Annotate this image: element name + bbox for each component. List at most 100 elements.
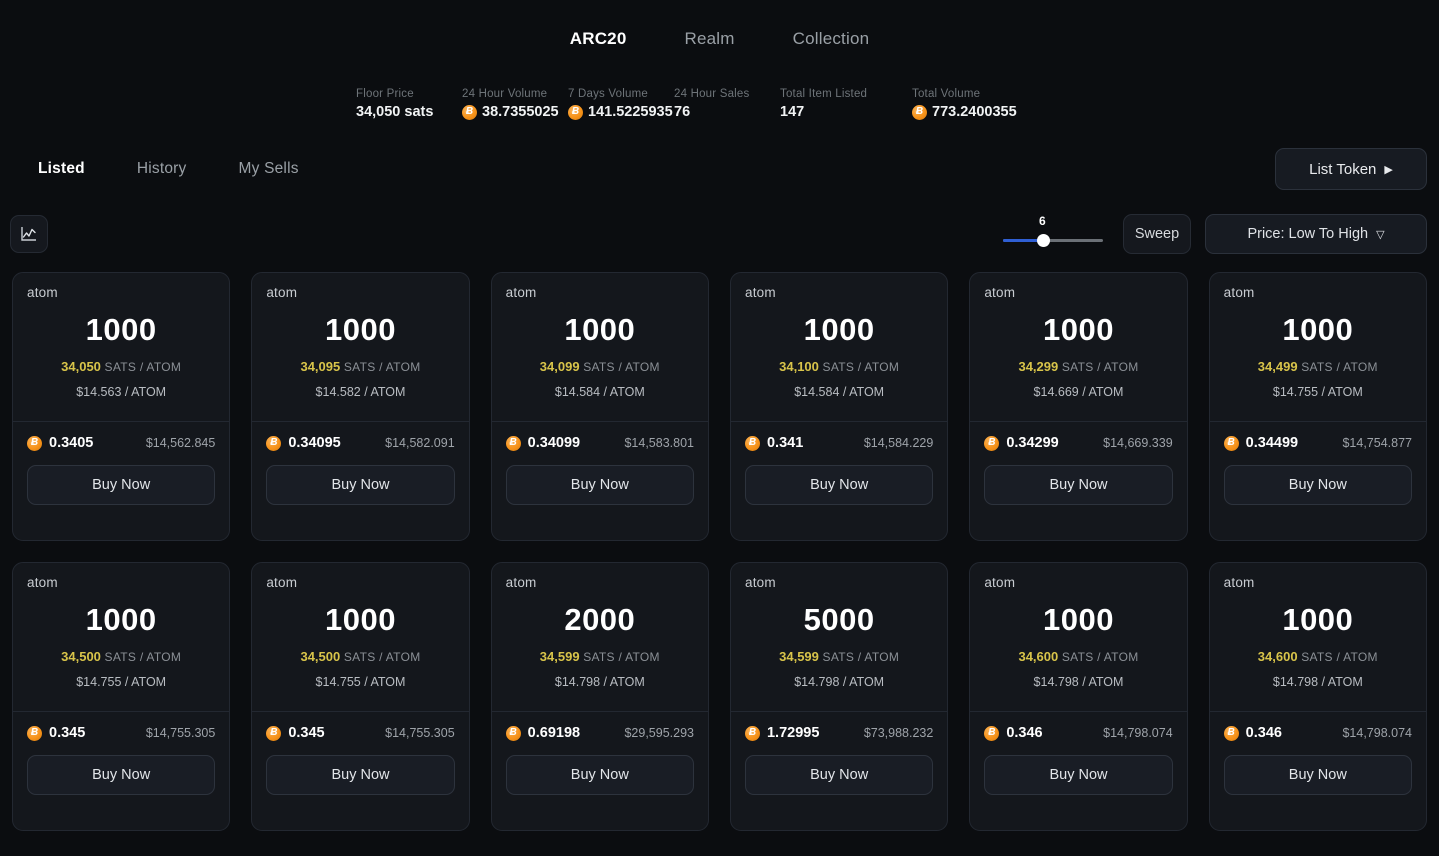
caret-right-icon: ▶	[1384, 163, 1392, 176]
stat-value: Ƀ38.7355025	[462, 104, 568, 120]
token-card[interactable]: atom100034,095 SATS / ATOM$14.582 / ATOM…	[251, 272, 469, 541]
token-card[interactable]: atom100034,299 SATS / ATOM$14.669 / ATOM…	[969, 272, 1187, 541]
list-token-label: List Token	[1309, 161, 1376, 178]
token-card[interactable]: atom200034,599 SATS / ATOM$14.798 / ATOM…	[491, 562, 709, 831]
btc-price: Ƀ 0.34299	[984, 435, 1058, 451]
token-rate: 34,050 SATS / ATOM	[13, 359, 229, 374]
buy-now-button[interactable]: Buy Now	[266, 465, 454, 505]
nav-item-collection[interactable]: Collection	[793, 29, 870, 49]
token-usd-rate: $14.584 / ATOM	[492, 385, 708, 399]
btc-price: Ƀ0.3405	[27, 435, 93, 451]
buy-now-button[interactable]: Buy Now	[27, 755, 215, 795]
token-name: atom	[252, 273, 468, 300]
btc-price-value: 0.34299	[1006, 435, 1058, 451]
usd-price: $73,988.232	[864, 726, 934, 740]
list-token-button[interactable]: List Token ▶	[1275, 148, 1427, 190]
token-name: atom	[1210, 273, 1426, 300]
rate-number: 34,500	[300, 649, 340, 664]
token-card[interactable]: atom100034,100 SATS / ATOM$14.584 / ATOM…	[730, 272, 948, 541]
btc-price-value: 0.69198	[528, 725, 580, 741]
rate-unit: SATS / ATOM	[583, 650, 660, 664]
nav-item-realm[interactable]: Realm	[684, 29, 734, 49]
nav-item-arc20[interactable]: ARC20	[570, 29, 627, 49]
chart-view-button[interactable]	[10, 215, 48, 253]
stat-24-hour-sales: 24 Hour Sales 76	[674, 88, 780, 120]
sort-label: Price: Low To High	[1247, 226, 1368, 242]
btc-price: Ƀ0.345	[266, 725, 324, 741]
token-card[interactable]: atom100034,099 SATS / ATOM$14.584 / ATOM…	[491, 272, 709, 541]
buy-now-button[interactable]: Buy Now	[745, 465, 933, 505]
token-amount: 1000	[1210, 602, 1426, 638]
buy-now-button[interactable]: Buy Now	[506, 755, 694, 795]
usd-price: $14,755.305	[146, 726, 216, 740]
btc-price: Ƀ0.69198	[506, 725, 580, 741]
bitcoin-icon: Ƀ	[266, 726, 281, 741]
rate-unit: SATS / ATOM	[105, 650, 182, 664]
bitcoin-icon: Ƀ	[506, 436, 521, 451]
view-tabs: Listed History My Sells	[38, 160, 299, 178]
btc-price-value: 1.72995	[767, 725, 819, 741]
rate-unit: SATS / ATOM	[583, 360, 660, 374]
rate-unit: SATS / ATOM	[823, 360, 900, 374]
card-price-row: Ƀ0.34299$14,669.339	[970, 422, 1186, 451]
token-card[interactable]: atom100034,050 SATS / ATOM$14.563 / ATOM…	[12, 272, 230, 541]
rate-number: 34,600	[1258, 649, 1298, 664]
token-card[interactable]: atom100034,500 SATS / ATOM$14.755 / ATOM…	[251, 562, 469, 831]
rate-unit: SATS / ATOM	[823, 650, 900, 664]
tab-history[interactable]: History	[137, 160, 187, 178]
token-card[interactable]: atom100034,600 SATS / ATOM$14.798 / ATOM…	[969, 562, 1187, 831]
token-name: atom	[970, 563, 1186, 590]
usd-price: $14,798.074	[1103, 726, 1173, 740]
rate-number: 34,100	[779, 359, 819, 374]
token-name: atom	[492, 273, 708, 300]
token-name: atom	[731, 273, 947, 300]
bitcoin-icon: Ƀ	[1224, 436, 1239, 451]
rate-unit: SATS / ATOM	[344, 650, 421, 664]
token-name: atom	[970, 273, 1186, 300]
token-rate: 34,600 SATS / ATOM	[1210, 649, 1426, 664]
stat-value: 147	[780, 104, 912, 120]
slider-value-label: 6	[1039, 214, 1046, 228]
token-card[interactable]: atom100034,499 SATS / ATOM$14.755 / ATOM…	[1209, 272, 1427, 541]
btc-price-value: 0.345	[49, 725, 85, 741]
stat-7-days-volume: 7 Days VolumeɃ141.5225935	[568, 88, 674, 120]
stat-label: 24 Hour Sales	[674, 88, 780, 100]
token-card[interactable]: atom100034,500 SATS / ATOM$14.755 / ATOM…	[12, 562, 230, 831]
rate-unit: SATS / ATOM	[1301, 360, 1378, 374]
sweep-quantity-slider[interactable]: 6	[1003, 214, 1103, 254]
buy-now-button[interactable]: Buy Now	[984, 465, 1172, 505]
buy-now-button[interactable]: Buy Now	[1224, 755, 1412, 795]
sweep-button[interactable]: Sweep	[1123, 214, 1191, 254]
slider-thumb[interactable]	[1037, 234, 1050, 247]
buy-now-button[interactable]: Buy Now	[745, 755, 933, 795]
filter-toolbar: 6 Sweep Price: Low To High ▽	[0, 190, 1439, 254]
stat-value-text: 76	[674, 104, 690, 120]
stats-strip: Floor Price34,050 sats24 Hour VolumeɃ38.…	[0, 78, 1439, 120]
token-card[interactable]: atom100034,600 SATS / ATOM$14.798 / ATOM…	[1209, 562, 1427, 831]
token-rate: 34,599 SATS / ATOM	[731, 649, 947, 664]
btc-price: Ƀ0.346	[1224, 725, 1282, 741]
rate-number: 34,099	[540, 359, 580, 374]
buy-now-button[interactable]: Buy Now	[984, 755, 1172, 795]
token-card[interactable]: atom500034,599 SATS / ATOM$14.798 / ATOM…	[730, 562, 948, 831]
buy-now-button[interactable]: Buy Now	[27, 465, 215, 505]
stat-value-text: 38.7355025	[482, 104, 559, 120]
bitcoin-icon: Ƀ	[984, 436, 999, 451]
bitcoin-icon: Ƀ	[745, 726, 760, 741]
buy-now-button[interactable]: Buy Now	[1224, 465, 1412, 505]
token-name: atom	[731, 563, 947, 590]
sort-dropdown[interactable]: Price: Low To High ▽	[1205, 214, 1427, 254]
token-rate: 34,599 SATS / ATOM	[492, 649, 708, 664]
stat-total-item-listed: Total Item Listed147	[780, 88, 912, 120]
usd-price: $14,583.801	[624, 436, 694, 450]
buy-now-button[interactable]: Buy Now	[506, 465, 694, 505]
token-rate: 34,095 SATS / ATOM	[252, 359, 468, 374]
buy-now-button[interactable]: Buy Now	[266, 755, 454, 795]
tab-listed[interactable]: Listed	[38, 160, 85, 178]
sweep-label: Sweep	[1135, 226, 1179, 242]
tab-my-sells[interactable]: My Sells	[239, 160, 299, 178]
usd-price: $14,798.074	[1342, 726, 1412, 740]
toolbar-right-controls: 6 Sweep Price: Low To High ▽	[1003, 214, 1427, 254]
token-usd-rate: $14.755 / ATOM	[1210, 385, 1426, 399]
rate-unit: SATS / ATOM	[344, 360, 421, 374]
